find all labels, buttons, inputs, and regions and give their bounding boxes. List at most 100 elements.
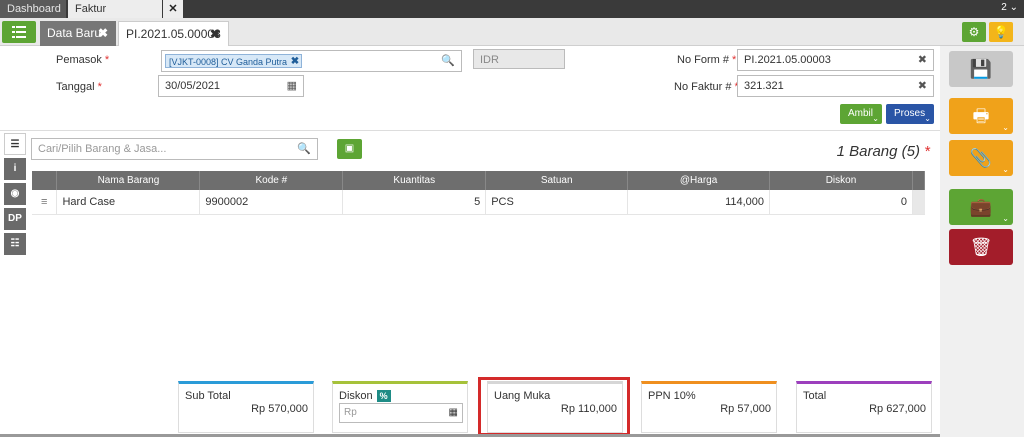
percent-toggle[interactable]: %	[376, 390, 391, 402]
subtotal-value: Rp 570,000	[251, 403, 308, 415]
column-header[interactable]: Diskon	[769, 171, 913, 190]
no-form-label: No Form # *	[677, 54, 736, 66]
no-form-input[interactable]: PI.2021.05.00003 ✖	[737, 49, 934, 71]
briefcase-icon[interactable]: 💼 ⌄	[949, 189, 1013, 225]
clear-icon[interactable]: ✖	[918, 50, 927, 70]
cell-harga[interactable]: 114,000	[627, 190, 771, 215]
close-icon[interactable]: ✖	[210, 22, 220, 47]
pemasok-chip: [VJKT-0008] CV Ganda Putra ✖	[165, 54, 303, 69]
column-header[interactable]: @Harga	[627, 171, 771, 190]
column-header[interactable]: Satuan	[485, 171, 629, 190]
proses-label: Proses	[894, 108, 926, 119]
currency-field: IDR	[473, 49, 565, 69]
total-value: Rp 627,000	[869, 403, 926, 415]
table-header-row: Nama Barang Kode # Kuantitas Satuan @Har…	[32, 171, 926, 190]
save-icon[interactable]: 💾	[949, 51, 1013, 87]
ppn-label: PPN 10%	[648, 390, 696, 402]
trash-icon[interactable]: 🗑	[949, 229, 1013, 265]
cell-satuan[interactable]: PCS	[485, 190, 629, 215]
scrollbar[interactable]	[912, 190, 925, 215]
search-icon[interactable]: 🔍	[441, 51, 455, 71]
ppn-value: Rp 57,000	[720, 403, 771, 415]
cell-diskon[interactable]: 0	[769, 190, 913, 215]
tab-dashboard[interactable]: Dashboard	[0, 0, 66, 18]
tab-data-baru[interactable]: Data Baru ✖	[40, 21, 116, 46]
pemasok-label: Pemasok *	[56, 54, 109, 66]
tab-data-baru-label: Data Baru	[47, 26, 102, 40]
scroll-column-header	[912, 171, 926, 190]
chevron-down-icon: ⌄	[1002, 123, 1009, 132]
proses-button[interactable]: Proses ⌄	[886, 104, 934, 124]
close-tab-icon[interactable]: ✕	[163, 0, 183, 18]
document-tab-row: Data Baru ✖ PI.2021.05.00003 ✖ ⚙ 💡	[0, 18, 1024, 46]
top-tab-bar: Dashboard Faktur Pembelian ✕ 2 ⌄	[0, 0, 1024, 33]
list-button[interactable]	[2, 21, 36, 43]
drag-column-header	[32, 171, 58, 190]
items-table: Nama Barang Kode # Kuantitas Satuan @Har…	[32, 171, 926, 215]
document-lines-icon[interactable]: ☰	[4, 133, 26, 155]
no-faktur-input[interactable]: 321.321 ✖	[737, 75, 934, 97]
chevron-down-icon: ⌄	[924, 114, 931, 123]
info-icon[interactable]: i	[4, 158, 26, 180]
no-form-label-text: No Form #	[677, 54, 729, 66]
cell-nama[interactable]: Hard Case	[56, 190, 201, 215]
ambil-button[interactable]: Ambil ⌄	[840, 104, 882, 124]
checklist-icon[interactable]: ☷	[4, 233, 26, 255]
diskon-card: Diskon% Rp ▦	[332, 381, 468, 433]
table-row[interactable]: ≡ Hard Case 9900002 5 PCS 114,000 0	[32, 190, 925, 215]
item-count: 1 Barang (5) *	[820, 143, 930, 160]
tab-pi-document[interactable]: PI.2021.05.00003 ✖	[118, 21, 229, 46]
diskon-label: Diskon%	[339, 390, 391, 402]
calendar-icon[interactable]: ▦	[287, 76, 297, 96]
item-count-text: 1 Barang (5)	[836, 143, 920, 160]
subtotal-label: Sub Total	[185, 390, 231, 402]
chevron-down-icon: ⌄	[872, 114, 879, 123]
tanggal-label-text: Tanggal	[56, 81, 95, 93]
item-search-input[interactable]: Cari/Pilih Barang & Jasa... 🔍	[31, 138, 318, 160]
clear-icon[interactable]: ✖	[918, 76, 927, 96]
pemasok-select[interactable]: [VJKT-0008] CV Ganda Putra ✖ 🔍	[161, 50, 462, 72]
total-label: Total	[803, 390, 827, 402]
header-form: Pemasok * [VJKT-0008] CV Ganda Putra ✖ 🔍 …	[0, 46, 940, 130]
attachment-icon[interactable]: 📎 ⌄	[949, 140, 1013, 176]
coins-icon[interactable]: ◉	[4, 183, 26, 205]
ambil-label: Ambil	[848, 108, 874, 119]
window-count[interactable]: 2 ⌄	[1001, 0, 1018, 16]
no-form-value: PI.2021.05.00003	[744, 54, 831, 66]
cell-kode[interactable]: 9900002	[199, 190, 344, 215]
required-mark: *	[924, 143, 930, 160]
window-count-label: 2	[1001, 2, 1007, 13]
tab-pi-document-label: PI.2021.05.00003	[126, 27, 221, 41]
calculator-icon[interactable]: ▦	[449, 404, 458, 422]
drag-handle-icon[interactable]: ≡	[32, 190, 58, 215]
tanggal-label: Tanggal *	[56, 81, 102, 93]
tanggal-input[interactable]: 30/05/2021 ▦	[158, 75, 304, 97]
box-icon[interactable]: ▣	[337, 139, 362, 159]
subtotal-card: Sub Total Rp 570,000	[178, 381, 314, 433]
required-mark: *	[104, 54, 110, 66]
cell-qty[interactable]: 5	[342, 190, 487, 215]
required-mark: *	[732, 54, 737, 66]
chevron-down-icon: ⌄	[1002, 214, 1009, 223]
column-header[interactable]: Nama Barang	[56, 171, 201, 190]
tab-faktur-pembelian[interactable]: Faktur Pembelian	[68, 0, 162, 33]
total-card: Total Rp 627,000	[796, 381, 932, 433]
down-payment-icon[interactable]: DP	[4, 208, 26, 230]
diskon-label-text: Diskon	[339, 390, 373, 402]
ppn-card: PPN 10% Rp 57,000	[641, 381, 777, 433]
search-icon[interactable]: 🔍	[297, 139, 311, 159]
gear-icon[interactable]: ⚙	[962, 22, 986, 42]
no-faktur-label: No Faktur # *	[674, 81, 739, 93]
diskon-input[interactable]: Rp ▦	[339, 403, 463, 423]
column-header[interactable]: Kode #	[199, 171, 344, 190]
no-faktur-label-text: No Faktur #	[674, 81, 732, 93]
close-icon[interactable]: ✖	[98, 21, 108, 46]
column-header[interactable]: Kuantitas	[342, 171, 487, 190]
print-icon[interactable]: 🖶 ⌄	[949, 98, 1013, 134]
remove-chip-icon[interactable]: ✖	[291, 55, 299, 69]
highlight-box	[478, 377, 630, 436]
vertical-tabs: ☰ i ◉ DP ☷	[4, 133, 26, 258]
side-actions: 💾 🖶 ⌄ 📎 ⌄ 💼 ⌄ 🗑	[940, 46, 1024, 437]
diskon-placeholder: Rp	[344, 407, 357, 418]
lightbulb-icon[interactable]: 💡	[989, 22, 1013, 42]
